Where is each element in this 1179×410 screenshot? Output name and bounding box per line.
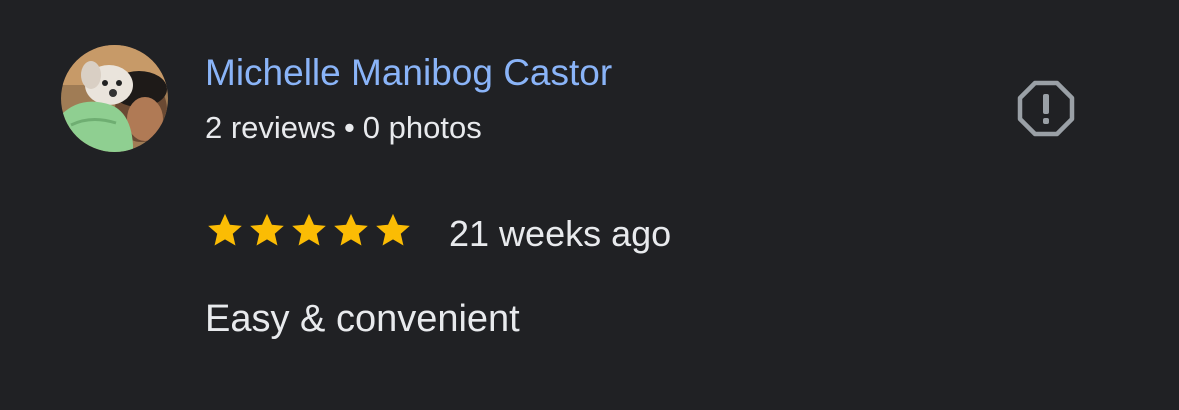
- avatar-photo: [61, 45, 168, 152]
- report-flag-icon: [1017, 80, 1075, 137]
- star-icon: [376, 213, 410, 246]
- review-time: 21 weeks ago: [449, 213, 672, 254]
- review-card: Michelle Manibog Castor 2 reviews • 0 phot…: [0, 0, 1179, 410]
- separator-dot: •: [343, 110, 355, 145]
- reviewer-name[interactable]: Michelle Manibog Castor: [205, 50, 612, 96]
- report-button[interactable]: [1016, 78, 1076, 138]
- star-rating: [206, 211, 412, 251]
- reviewer-stats: 2 reviews • 0 photos: [205, 108, 482, 148]
- star-icon: [292, 213, 326, 246]
- photos-count: 0 photos: [362, 110, 482, 145]
- reviewer-avatar[interactable]: [61, 45, 168, 152]
- reviews-count: 2 reviews: [205, 110, 336, 145]
- star-icon: [250, 213, 284, 246]
- review-text: Easy & convenient: [205, 298, 520, 340]
- star-icon: [208, 213, 242, 246]
- star-icon: [334, 213, 368, 246]
